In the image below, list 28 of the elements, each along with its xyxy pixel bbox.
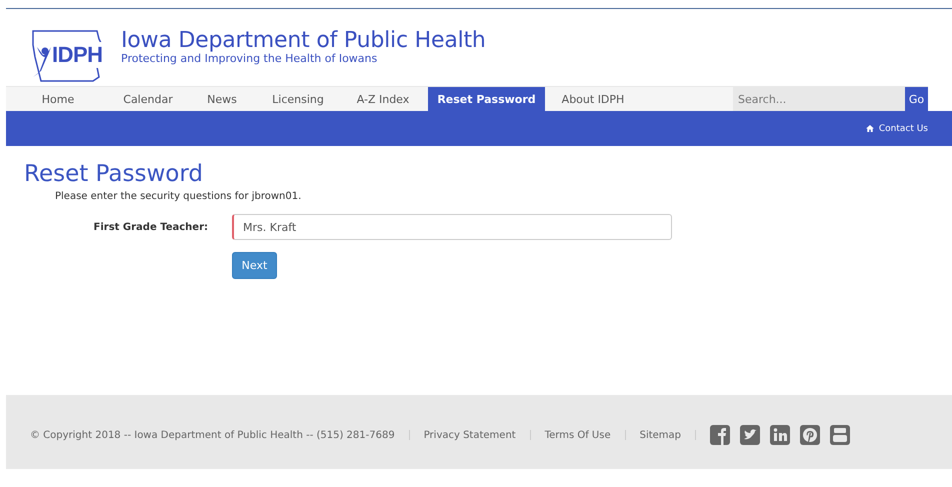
nav-tab[interactable]: Reset Password — [428, 87, 545, 111]
footer-link[interactable]: Privacy Statement — [424, 430, 516, 440]
intro-text: Please enter the security questions for jbrown01. — [55, 191, 302, 202]
contact-link[interactable]: Contact Us — [866, 124, 928, 134]
page-title: Reset Password — [24, 160, 204, 188]
nav-tab[interactable]: A-Z Index — [338, 87, 428, 111]
nav-tab[interactable]: Licensing — [258, 87, 338, 111]
go-button[interactable]: Go — [905, 87, 928, 111]
home-icon — [866, 125, 874, 132]
pinterest-icon[interactable] — [800, 425, 820, 445]
nav-tab[interactable]: Home — [6, 87, 110, 111]
search-field[interactable]: Search... — [733, 87, 905, 111]
question-label: First Grade Teacher: — [92, 222, 209, 232]
twitter-icon[interactable] — [740, 425, 760, 445]
nav-tab[interactable]: News — [186, 87, 258, 111]
site-title: Iowa Department of Public Health — [121, 29, 486, 53]
next-button[interactable]: Next — [232, 252, 277, 279]
video-icon[interactable] — [830, 425, 850, 445]
nav-tab[interactable]: About IDPH — [545, 87, 641, 111]
copyright-text: © Copyright 2018 -- Iowa Department of Public Health -- (515) 281-7689 — [30, 430, 395, 440]
linkedin-icon[interactable] — [770, 425, 790, 445]
facebook-icon[interactable] — [710, 425, 730, 445]
nav-tab[interactable]: Calendar — [110, 87, 186, 111]
answer-field[interactable]: Mrs. Kraft — [232, 214, 672, 240]
tagline: Protecting and Improving the Health of Iowans — [121, 53, 378, 65]
footer-link[interactable]: Sitemap — [640, 430, 682, 440]
logo-text: IDPH — [51, 42, 104, 68]
footer-link[interactable]: Terms Of Use — [544, 430, 611, 440]
